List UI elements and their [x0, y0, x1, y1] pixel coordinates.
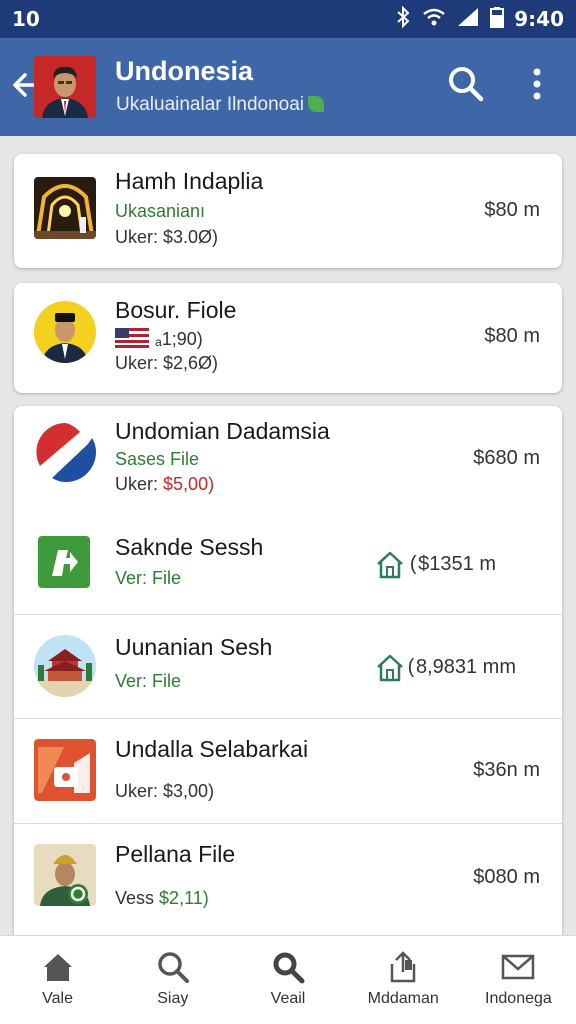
- item-title: Pellana File: [115, 841, 236, 867]
- list-card[interactable]: Bosur. Fiole ₐ1;90) Uker: $2,6Ø) $80 m: [14, 283, 562, 393]
- item-detail: Uker: $2,6Ø): [115, 353, 219, 373]
- logo-thumbnail: [36, 422, 96, 482]
- list-item[interactable]: Saknde Sessh Ver: File ( $1351 m: [14, 510, 562, 614]
- search-button[interactable]: [446, 64, 486, 104]
- nav-label: Mddaman: [367, 990, 439, 1007]
- search-icon: [273, 952, 305, 984]
- list-item[interactable]: Pellana File Vess $2,11) $080 m: [14, 823, 562, 935]
- item-price: ( $1351 m: [409, 553, 496, 575]
- leaf-icon: [308, 96, 325, 112]
- page-subtitle-text: Ukaluainalar Ilndonoai: [116, 94, 305, 115]
- item-detail: Uker: $3,00): [115, 781, 215, 801]
- person-avatar: [34, 301, 96, 363]
- list-container: Undomian Dadamsia Sases File Uker: $5,00…: [14, 406, 562, 946]
- list-item[interactable]: Undomian Dadamsia Sases File Uker: $5,00…: [14, 406, 562, 510]
- item-price: $080 m: [473, 866, 540, 888]
- signal-icon: [456, 6, 480, 33]
- battery-icon: [490, 6, 505, 33]
- more-options-button[interactable]: [522, 64, 552, 104]
- search-icon: [449, 67, 484, 102]
- item-price: $80 m: [484, 325, 540, 347]
- item-title: Hamh Indaplia: [115, 168, 264, 194]
- costume-thumbnail: [34, 844, 96, 906]
- nav-label: Vale: [42, 990, 74, 1007]
- item-detail: Uker: $3.0Ø): [115, 227, 219, 247]
- list-item[interactable]: Undalla Selabarkai Uker: $3,00) $36n m: [14, 718, 562, 823]
- app-bar: Undonesia Ukaluainalar Ilndonoai: [0, 38, 576, 136]
- flag-icon: [115, 328, 149, 348]
- item-subtitle-text: ₐ1;90): [155, 329, 203, 349]
- item-title: Saknde Sessh: [115, 534, 264, 560]
- item-detail: Uker: $5,00): [115, 474, 214, 495]
- list-item[interactable]: Uunanian Sesh Ver: File ( 8,9831 mm: [14, 614, 562, 718]
- item-detail-label: Uker:: [115, 474, 159, 494]
- orange-app-thumbnail: [34, 739, 96, 801]
- nav-item-vale[interactable]: Vale: [0, 936, 115, 1024]
- nav-label: Indonega: [485, 990, 552, 1007]
- item-price: $80 m: [484, 199, 540, 221]
- item-subtitle: Ukasanianı: [115, 201, 206, 221]
- item-detail-value: $2,11): [159, 888, 209, 908]
- bluetooth-icon: [394, 5, 412, 33]
- nav-label: Siay: [157, 990, 189, 1007]
- nav-item-mddaman[interactable]: Mddaman: [346, 936, 461, 1024]
- item-title: Undalla Selabarkai: [115, 736, 309, 762]
- item-subtitle: Ver: File: [115, 671, 182, 691]
- item-price: $36n m: [473, 759, 540, 781]
- item-price: $680 m: [473, 447, 540, 469]
- profile-avatar: [34, 56, 96, 118]
- festival-thumbnail: [34, 177, 96, 239]
- item-detail-value: $5,00): [163, 474, 215, 494]
- temple-thumbnail: [34, 635, 96, 697]
- item-subtitle: Ver: File: [115, 568, 182, 588]
- green-app-thumbnail: [38, 536, 90, 588]
- item-title: Undomian Dadamsia: [115, 418, 330, 444]
- nav-label: Veail: [270, 990, 306, 1007]
- wifi-icon: [422, 6, 446, 33]
- nav-item-siay[interactable]: Siay: [115, 936, 230, 1024]
- item-detail: Vess $2,11): [115, 888, 209, 909]
- home-icon: [43, 954, 72, 981]
- nav-item-indonega[interactable]: Indonega: [461, 936, 576, 1024]
- status-time: 9:40: [514, 7, 564, 31]
- bottom-navigation: Vale Siay Veail Mddaman Indonega: [0, 935, 576, 1024]
- status-icons: 9:40: [394, 5, 564, 33]
- nav-item-veail[interactable]: Veail: [230, 936, 345, 1024]
- status-bar: 10 9:40: [0, 0, 576, 38]
- search-icon: [158, 952, 189, 983]
- home-icon[interactable]: [375, 653, 405, 683]
- list-card[interactable]: Hamh Indaplia Ukasanianı Uker: $3.0Ø) $8…: [14, 154, 562, 268]
- share-icon: [390, 951, 416, 983]
- item-title: Bosur. Fiole: [115, 297, 237, 323]
- item-price: ( 8,9831 mm: [407, 656, 516, 678]
- item-subtitle: ₐ1;90): [115, 328, 203, 350]
- mail-icon: [502, 954, 535, 980]
- item-detail-label: Vess: [115, 888, 155, 908]
- status-left-text: 10: [12, 7, 40, 31]
- page-subtitle: Ukaluainalar Ilndonoai: [116, 94, 325, 116]
- item-title: Uunanian Sesh: [115, 634, 273, 660]
- home-icon[interactable]: [375, 550, 405, 580]
- page-title: Undonesia: [115, 56, 254, 86]
- more-vert-icon: [533, 68, 541, 100]
- item-subtitle: Sases File: [115, 449, 200, 469]
